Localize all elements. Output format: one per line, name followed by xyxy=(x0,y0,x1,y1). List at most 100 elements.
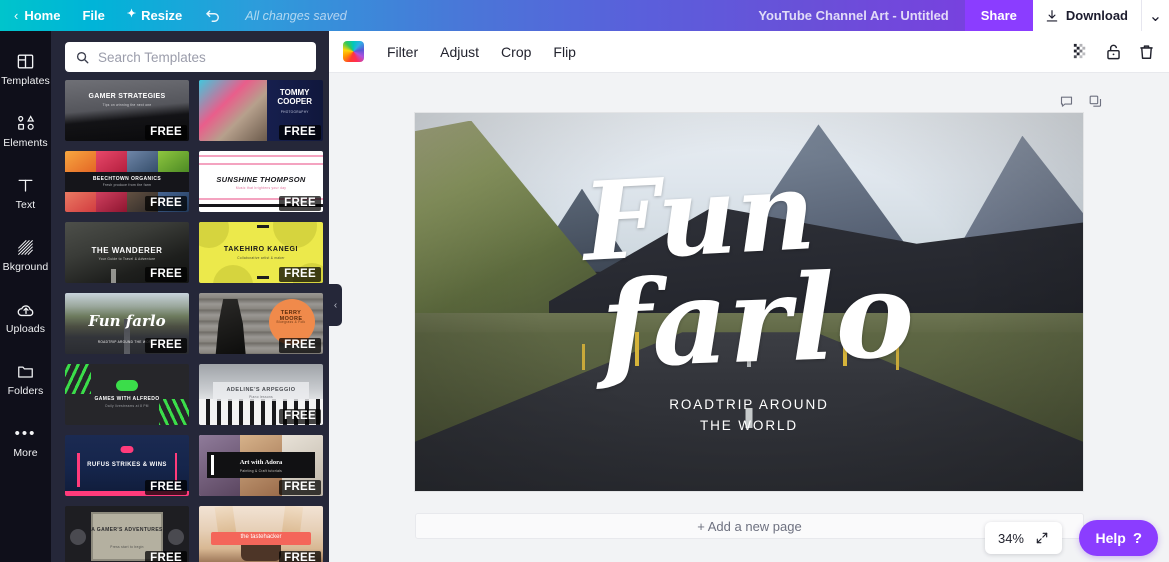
add-new-page-button[interactable]: + Add a new page xyxy=(415,513,1084,539)
template-subtitle: Press start to begin xyxy=(65,545,189,549)
design-tagline-line1: ROADTRIP AROUND xyxy=(415,394,1083,415)
template-title: Art with Adora xyxy=(199,459,323,466)
sidebar-item-more[interactable]: ••• More xyxy=(0,410,51,472)
sidebar-item-elements[interactable]: Elements xyxy=(0,100,51,162)
design-tagline-line2: THE WORLD xyxy=(415,415,1083,436)
template-card-tommy-cooper[interactable]: TOMMY COOPER PHOTOGRAPHY FREE xyxy=(199,80,323,141)
template-subtitle: Tips on winning the next one xyxy=(65,103,189,107)
template-card-gamer-strategies[interactable]: GAMER STRATEGIES Tips on winning the nex… xyxy=(65,80,189,141)
free-badge: FREE xyxy=(279,480,321,495)
undo-button[interactable] xyxy=(193,0,233,31)
zoom-level-label[interactable]: 34% xyxy=(998,531,1024,546)
template-subtitle: Your Guide to Travel & Adventure xyxy=(65,257,189,261)
template-title: SUNSHINE THOMPSON xyxy=(199,175,323,184)
template-card-adelines-arpeggio[interactable]: ADELINE'S ARPEGGIO Piano lessons FREE xyxy=(199,364,323,425)
canvas-toolbar: Filter Adjust Crop Flip xyxy=(329,31,1169,73)
free-badge: FREE xyxy=(145,267,187,282)
download-icon xyxy=(1045,9,1059,23)
sidebar-item-folders[interactable]: Folders xyxy=(0,348,51,410)
template-title: the tastehacker xyxy=(199,534,323,540)
document-title[interactable]: YouTube Channel Art - Untitled xyxy=(742,8,964,23)
adjust-button[interactable]: Adjust xyxy=(429,38,490,66)
sidebar-item-text[interactable]: Text xyxy=(0,162,51,224)
template-title: TAKEHIRO KANEGI xyxy=(199,246,323,253)
sidebar-item-templates[interactable]: Templates xyxy=(0,38,51,100)
elements-icon xyxy=(16,114,36,134)
top-bar-left-group: ‹ Home File ✦ Resize All changes saved xyxy=(0,0,347,31)
template-card-sunshine-thompson[interactable]: SUNSHINE THOMPSON Music that brightens y… xyxy=(199,151,323,212)
chevron-down-icon: ⌄ xyxy=(1149,6,1162,26)
free-badge: FREE xyxy=(279,267,321,282)
free-badge: FREE xyxy=(145,196,187,211)
sidebar-item-background[interactable]: Bkground xyxy=(0,224,51,286)
zoom-control: 34% xyxy=(985,522,1062,554)
design-page[interactable]: Fun farlo ROADTRIP AROUND THE WORLD xyxy=(415,113,1083,491)
share-button[interactable]: Share xyxy=(965,0,1033,31)
free-badge: FREE xyxy=(279,409,321,424)
sidebar-label-elements: Elements xyxy=(3,137,48,149)
share-label: Share xyxy=(981,8,1017,23)
chevron-left-icon: ‹ xyxy=(334,300,337,311)
sidebar-item-uploads[interactable]: Uploads xyxy=(0,286,51,348)
file-menu-button[interactable]: File xyxy=(71,0,115,31)
flip-button[interactable]: Flip xyxy=(542,38,587,66)
search-input[interactable] xyxy=(98,50,306,65)
panel-collapse-handle[interactable]: ‹ xyxy=(329,284,342,326)
magic-resize-icon: ✦ xyxy=(127,9,136,20)
search-area xyxy=(51,31,329,78)
resize-button[interactable]: ✦ Resize xyxy=(116,0,193,31)
transparency-icon[interactable] xyxy=(1071,42,1090,61)
color-swatch-icon[interactable] xyxy=(343,41,364,62)
template-title: Fun farlo xyxy=(65,315,189,327)
template-card-the-wanderer[interactable]: THE WANDERER Your Guide to Travel & Adve… xyxy=(65,222,189,283)
sidebar-label-templates: Templates xyxy=(1,75,50,87)
expand-icon[interactable] xyxy=(1035,531,1049,545)
home-button[interactable]: ‹ Home xyxy=(0,0,71,31)
filter-button[interactable]: Filter xyxy=(376,38,429,66)
template-card-fun-farlo[interactable]: Fun farlo ROADTRIP AROUND THE WORLD FREE xyxy=(65,293,189,354)
template-card-art-with-adora[interactable]: Art with Adora Painting & Craft tutorial… xyxy=(199,435,323,496)
sidebar-label-uploads: Uploads xyxy=(6,323,45,335)
help-button[interactable]: Help ? xyxy=(1079,520,1158,556)
template-title: BEECHTOWN ORGANICS xyxy=(65,176,189,182)
template-card-games-with-alfredo[interactable]: GAMES WITH ALFREDO Daily livestreams at … xyxy=(65,364,189,425)
template-card-takehiro-kanegi[interactable]: TAKEHIRO KANEGI Collaborative artist & m… xyxy=(199,222,323,283)
free-badge: FREE xyxy=(145,480,187,495)
crop-button[interactable]: Crop xyxy=(490,38,542,66)
search-box[interactable] xyxy=(65,42,316,72)
text-icon xyxy=(16,176,35,196)
template-title: A GAMER'S ADVENTURES xyxy=(65,526,189,534)
trash-icon[interactable] xyxy=(1137,42,1156,61)
template-card-rufus-strikes-wins[interactable]: RUFUS STRIKES & WINS FREE xyxy=(65,435,189,496)
templates-icon xyxy=(16,52,35,72)
template-card-the-tastehacker[interactable]: the tastehacker FREE xyxy=(199,506,323,562)
lock-icon[interactable] xyxy=(1104,42,1123,61)
download-options-caret[interactable]: ⌄ xyxy=(1141,0,1169,31)
templates-grid: GAMER STRATEGIES Tips on winning the nex… xyxy=(65,80,327,562)
undo-icon xyxy=(204,7,222,25)
free-badge: FREE xyxy=(145,125,187,140)
template-title: GAMES WITH ALFREDO xyxy=(65,396,189,402)
top-bar-right-group: YouTube Channel Art - Untitled Share Dow… xyxy=(742,0,1169,31)
question-mark-icon: ? xyxy=(1133,530,1142,547)
template-card-terry-moore[interactable]: TERRY MOORE Bluegrass & Folk FREE xyxy=(199,293,323,354)
design-tagline[interactable]: ROADTRIP AROUND THE WORLD xyxy=(415,394,1083,436)
home-label: Home xyxy=(24,8,60,23)
top-bar: ‹ Home File ✦ Resize All changes saved xyxy=(0,0,1169,31)
design-script-line2[interactable]: farlo xyxy=(599,256,916,385)
save-status: All changes saved xyxy=(245,9,346,23)
template-title: THE WANDERER xyxy=(65,246,189,255)
background-icon xyxy=(16,238,35,258)
sidebar-label-background: Bkground xyxy=(3,261,49,273)
template-subtitle: Daily livestreams at 8 PM xyxy=(65,404,189,408)
template-card-beechtown-organics[interactable]: BEECHTOWN ORGANICS Fresh produce from th… xyxy=(65,151,189,212)
comment-icon[interactable] xyxy=(1059,94,1074,114)
template-subtitle: Painting & Craft tutorials xyxy=(199,469,323,473)
resize-label: Resize xyxy=(141,8,182,23)
canvas-toolbar-right-group xyxy=(1071,42,1156,61)
free-badge: FREE xyxy=(145,551,187,562)
template-card-a-gamers-adventures[interactable]: A GAMER'S ADVENTURES Press start to begi… xyxy=(65,506,189,562)
uploads-icon xyxy=(16,300,36,320)
download-button[interactable]: Download xyxy=(1033,0,1141,31)
duplicate-page-icon[interactable] xyxy=(1088,94,1103,114)
